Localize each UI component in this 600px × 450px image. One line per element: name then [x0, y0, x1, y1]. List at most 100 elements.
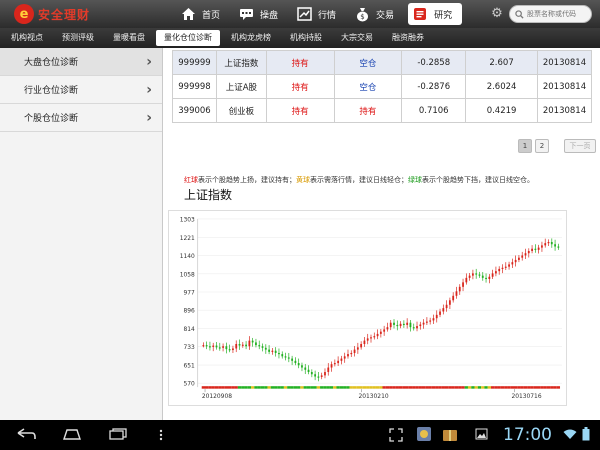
tab-block-trade[interactable]: 大宗交易	[333, 30, 381, 46]
candle-body	[271, 350, 274, 352]
candle-body	[347, 354, 349, 357]
search-box[interactable]	[509, 5, 592, 23]
candle-body	[202, 345, 205, 347]
home-button-icon[interactable]	[62, 428, 82, 443]
candle-body	[524, 253, 527, 256]
system-nav-bar: 17:00	[0, 420, 600, 450]
x-tick-label: 20130716	[511, 393, 541, 400]
candle-body	[370, 337, 372, 339]
candle-body	[491, 273, 494, 277]
signal-marker	[333, 386, 337, 389]
tab-market-watch[interactable]: 量暖看盘	[105, 30, 153, 46]
signal-marker	[527, 386, 531, 389]
sidebar-item-label: 大盘仓位诊断	[24, 58, 79, 68]
signal-marker	[556, 386, 561, 389]
signal-marker	[257, 386, 261, 389]
signal-marker	[267, 386, 271, 389]
candle-body	[412, 327, 415, 329]
moneybag-icon: $	[354, 6, 370, 22]
tab-position-diagnosis[interactable]: 量化仓位诊断	[156, 30, 220, 46]
signal-marker	[474, 386, 478, 389]
back-icon[interactable]	[16, 428, 36, 443]
brand-logo[interactable]: e 安全理财	[14, 4, 164, 24]
signal-marker	[293, 386, 298, 389]
sidebar-item-market[interactable]: 大盘仓位诊断 ›	[0, 48, 162, 76]
candle-body	[386, 327, 389, 330]
signal-marker	[247, 386, 252, 389]
cell-name: 上证A股	[215, 74, 267, 99]
signal-marker	[366, 386, 370, 389]
signal-marker	[467, 386, 472, 389]
candle-body	[435, 314, 438, 319]
cell-signal: 持有	[265, 50, 335, 75]
signal-marker	[461, 386, 465, 389]
signal-marker	[290, 386, 294, 389]
app-window: e 安全理财 首页 操盘 行情 $ 交易 研究 ⚙ 股票名称或代码 机构视点 预…	[0, 0, 600, 450]
signal-marker	[264, 386, 268, 389]
signal-marker	[444, 386, 449, 389]
gear-icon[interactable]: ⚙	[489, 6, 505, 22]
chart-title: 上证指数	[184, 188, 233, 202]
signal-marker	[497, 386, 501, 389]
table-row[interactable]: 399006 创业板 持有 持有 0.7106 0.4219 20130814	[172, 98, 593, 123]
menu-icon[interactable]	[158, 429, 164, 444]
candle-body	[258, 345, 261, 347]
nav-research[interactable]: 研究	[408, 3, 463, 25]
candle-body	[458, 286, 461, 292]
candle-body	[222, 346, 224, 348]
page-1-button[interactable]: 1	[518, 139, 532, 153]
y-tick-label: 733	[183, 344, 195, 351]
signal-marker	[356, 386, 360, 389]
candle-body	[251, 340, 254, 343]
candle-body	[511, 262, 514, 265]
tab-margin-trading[interactable]: 融资融券	[384, 30, 432, 46]
signal-marker	[244, 386, 248, 389]
signal-marker	[274, 386, 278, 389]
nav-trade-desk[interactable]: 操盘	[238, 3, 278, 25]
signal-marker	[418, 386, 422, 389]
sidebar-item-industry[interactable]: 行业仓位诊断 ›	[0, 76, 162, 104]
candle-body	[462, 282, 464, 287]
candle-body	[333, 363, 336, 365]
signal-marker	[349, 386, 353, 389]
chart-icon	[296, 6, 312, 22]
tab-forecast-rating[interactable]: 预测评级	[54, 30, 102, 46]
candle-body	[360, 343, 363, 348]
signal-marker	[270, 386, 275, 389]
nav-trade-label: 交易	[376, 10, 395, 21]
tab-institution-ranking[interactable]: 机构龙虎榜	[223, 30, 279, 46]
cell-signal: 持有	[265, 98, 335, 123]
candle-body	[527, 250, 530, 254]
signal-marker	[346, 386, 350, 389]
chevron-right-icon: ›	[146, 81, 152, 98]
table-row[interactable]: 999998 上证A股 持有 空仓 -0.2876 2.6024 2013081…	[172, 74, 593, 99]
sidebar-item-stock[interactable]: 个股仓位诊断 ›	[0, 104, 162, 132]
signal-marker	[336, 386, 340, 389]
candle-body	[501, 267, 504, 269]
x-tick-label: 20130210	[358, 393, 388, 400]
page-2-button[interactable]: 2	[535, 139, 549, 153]
candle-body	[327, 367, 330, 373]
cell-signal: 空仓	[333, 74, 403, 99]
tab-institution-holdings[interactable]: 机构持股	[282, 30, 330, 46]
nav-trade[interactable]: $ 交易	[354, 3, 394, 25]
signal-marker	[451, 386, 455, 389]
top-bar: e 安全理财 首页 操盘 行情 $ 交易 研究 ⚙ 股票名称或代码	[0, 0, 600, 28]
signal-marker	[385, 386, 390, 389]
signal-marker	[533, 386, 538, 389]
signal-marker	[254, 386, 258, 389]
table-row[interactable]: 999999 上证指数 持有 空仓 -0.2858 2.607 20130814	[172, 50, 593, 75]
candle-body	[547, 242, 550, 244]
cell-signal: 空仓	[333, 50, 403, 75]
candle-body	[432, 318, 435, 321]
nav-quotes[interactable]: 行情	[296, 3, 336, 25]
candle-body	[393, 322, 395, 325]
search-input[interactable]	[527, 10, 589, 18]
candle-body	[409, 322, 412, 328]
candle-body	[478, 274, 481, 276]
tab-institution-view[interactable]: 机构视点	[3, 30, 51, 46]
signal-marker	[402, 386, 406, 389]
next-page-button[interactable]: 下一页	[564, 139, 596, 153]
nav-home[interactable]: 首页	[180, 3, 220, 25]
recent-apps-icon[interactable]	[108, 428, 128, 443]
